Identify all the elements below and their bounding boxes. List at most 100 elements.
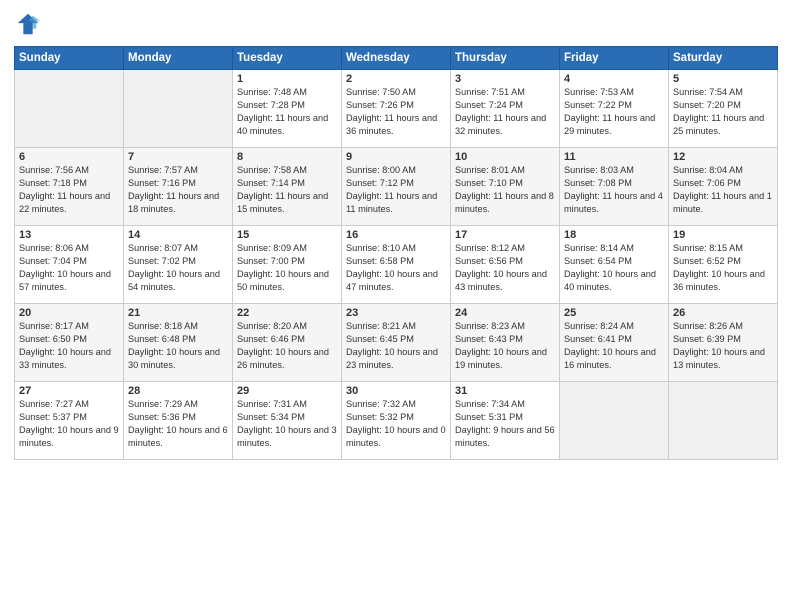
day-info: Sunrise: 7:54 AMSunset: 7:20 PMDaylight:…: [673, 86, 773, 138]
week-row-2: 6Sunrise: 7:56 AMSunset: 7:18 PMDaylight…: [15, 148, 778, 226]
calendar-cell: 10Sunrise: 8:01 AMSunset: 7:10 PMDayligh…: [451, 148, 560, 226]
day-info: Sunrise: 8:09 AMSunset: 7:00 PMDaylight:…: [237, 242, 337, 294]
day-number: 8: [237, 151, 337, 163]
calendar-cell: 29Sunrise: 7:31 AMSunset: 5:34 PMDayligh…: [233, 382, 342, 460]
day-info: Sunrise: 7:32 AMSunset: 5:32 PMDaylight:…: [346, 398, 446, 450]
calendar-cell: 11Sunrise: 8:03 AMSunset: 7:08 PMDayligh…: [560, 148, 669, 226]
calendar-cell: [669, 382, 778, 460]
calendar-cell: 7Sunrise: 7:57 AMSunset: 7:16 PMDaylight…: [124, 148, 233, 226]
week-row-5: 27Sunrise: 7:27 AMSunset: 5:37 PMDayligh…: [15, 382, 778, 460]
day-info: Sunrise: 8:01 AMSunset: 7:10 PMDaylight:…: [455, 164, 555, 216]
calendar-cell: 19Sunrise: 8:15 AMSunset: 6:52 PMDayligh…: [669, 226, 778, 304]
day-info: Sunrise: 8:03 AMSunset: 7:08 PMDaylight:…: [564, 164, 664, 216]
day-header-monday: Monday: [124, 47, 233, 70]
day-number: 17: [455, 229, 555, 241]
day-number: 20: [19, 307, 119, 319]
day-number: 26: [673, 307, 773, 319]
calendar-cell: 6Sunrise: 7:56 AMSunset: 7:18 PMDaylight…: [15, 148, 124, 226]
calendar-cell: 20Sunrise: 8:17 AMSunset: 6:50 PMDayligh…: [15, 304, 124, 382]
calendar-cell: 12Sunrise: 8:04 AMSunset: 7:06 PMDayligh…: [669, 148, 778, 226]
day-number: 19: [673, 229, 773, 241]
day-number: 1: [237, 73, 337, 85]
day-info: Sunrise: 8:24 AMSunset: 6:41 PMDaylight:…: [564, 320, 664, 372]
calendar-cell: 16Sunrise: 8:10 AMSunset: 6:58 PMDayligh…: [342, 226, 451, 304]
calendar-cell: 17Sunrise: 8:12 AMSunset: 6:56 PMDayligh…: [451, 226, 560, 304]
header: [14, 10, 778, 38]
day-number: 27: [19, 385, 119, 397]
calendar-cell: 31Sunrise: 7:34 AMSunset: 5:31 PMDayligh…: [451, 382, 560, 460]
day-info: Sunrise: 8:20 AMSunset: 6:46 PMDaylight:…: [237, 320, 337, 372]
day-info: Sunrise: 8:10 AMSunset: 6:58 PMDaylight:…: [346, 242, 446, 294]
day-number: 10: [455, 151, 555, 163]
calendar-cell: 25Sunrise: 8:24 AMSunset: 6:41 PMDayligh…: [560, 304, 669, 382]
day-info: Sunrise: 7:29 AMSunset: 5:36 PMDaylight:…: [128, 398, 228, 450]
calendar-cell: 14Sunrise: 8:07 AMSunset: 7:02 PMDayligh…: [124, 226, 233, 304]
calendar-cell: 27Sunrise: 7:27 AMSunset: 5:37 PMDayligh…: [15, 382, 124, 460]
day-number: 13: [19, 229, 119, 241]
calendar-cell: [560, 382, 669, 460]
day-number: 5: [673, 73, 773, 85]
day-header-friday: Friday: [560, 47, 669, 70]
calendar-body: 1Sunrise: 7:48 AMSunset: 7:28 PMDaylight…: [15, 70, 778, 460]
week-row-4: 20Sunrise: 8:17 AMSunset: 6:50 PMDayligh…: [15, 304, 778, 382]
day-info: Sunrise: 8:06 AMSunset: 7:04 PMDaylight:…: [19, 242, 119, 294]
day-info: Sunrise: 8:21 AMSunset: 6:45 PMDaylight:…: [346, 320, 446, 372]
day-number: 14: [128, 229, 228, 241]
day-number: 23: [346, 307, 446, 319]
day-info: Sunrise: 7:31 AMSunset: 5:34 PMDaylight:…: [237, 398, 337, 450]
day-info: Sunrise: 8:23 AMSunset: 6:43 PMDaylight:…: [455, 320, 555, 372]
calendar-cell: 2Sunrise: 7:50 AMSunset: 7:26 PMDaylight…: [342, 70, 451, 148]
calendar-cell: 30Sunrise: 7:32 AMSunset: 5:32 PMDayligh…: [342, 382, 451, 460]
calendar-table: SundayMondayTuesdayWednesdayThursdayFrid…: [14, 46, 778, 460]
calendar-cell: 22Sunrise: 8:20 AMSunset: 6:46 PMDayligh…: [233, 304, 342, 382]
day-info: Sunrise: 8:26 AMSunset: 6:39 PMDaylight:…: [673, 320, 773, 372]
calendar-cell: 26Sunrise: 8:26 AMSunset: 6:39 PMDayligh…: [669, 304, 778, 382]
day-number: 18: [564, 229, 664, 241]
calendar-cell: 24Sunrise: 8:23 AMSunset: 6:43 PMDayligh…: [451, 304, 560, 382]
week-row-1: 1Sunrise: 7:48 AMSunset: 7:28 PMDaylight…: [15, 70, 778, 148]
day-info: Sunrise: 8:18 AMSunset: 6:48 PMDaylight:…: [128, 320, 228, 372]
day-number: 16: [346, 229, 446, 241]
calendar-cell: 15Sunrise: 8:09 AMSunset: 7:00 PMDayligh…: [233, 226, 342, 304]
day-info: Sunrise: 7:56 AMSunset: 7:18 PMDaylight:…: [19, 164, 119, 216]
day-header-sunday: Sunday: [15, 47, 124, 70]
day-header-tuesday: Tuesday: [233, 47, 342, 70]
day-info: Sunrise: 7:51 AMSunset: 7:24 PMDaylight:…: [455, 86, 555, 138]
day-info: Sunrise: 7:58 AMSunset: 7:14 PMDaylight:…: [237, 164, 337, 216]
day-number: 31: [455, 385, 555, 397]
day-number: 15: [237, 229, 337, 241]
calendar-cell: 9Sunrise: 8:00 AMSunset: 7:12 PMDaylight…: [342, 148, 451, 226]
day-info: Sunrise: 8:12 AMSunset: 6:56 PMDaylight:…: [455, 242, 555, 294]
day-number: 29: [237, 385, 337, 397]
header-row: SundayMondayTuesdayWednesdayThursdayFrid…: [15, 47, 778, 70]
calendar-cell: 1Sunrise: 7:48 AMSunset: 7:28 PMDaylight…: [233, 70, 342, 148]
calendar-header: SundayMondayTuesdayWednesdayThursdayFrid…: [15, 47, 778, 70]
day-info: Sunrise: 8:00 AMSunset: 7:12 PMDaylight:…: [346, 164, 446, 216]
calendar-cell: 18Sunrise: 8:14 AMSunset: 6:54 PMDayligh…: [560, 226, 669, 304]
day-info: Sunrise: 7:48 AMSunset: 7:28 PMDaylight:…: [237, 86, 337, 138]
calendar-cell: 21Sunrise: 8:18 AMSunset: 6:48 PMDayligh…: [124, 304, 233, 382]
day-number: 22: [237, 307, 337, 319]
calendar-cell: 5Sunrise: 7:54 AMSunset: 7:20 PMDaylight…: [669, 70, 778, 148]
day-info: Sunrise: 7:50 AMSunset: 7:26 PMDaylight:…: [346, 86, 446, 138]
day-header-saturday: Saturday: [669, 47, 778, 70]
logo-icon: [14, 10, 42, 38]
day-number: 2: [346, 73, 446, 85]
calendar-cell: 4Sunrise: 7:53 AMSunset: 7:22 PMDaylight…: [560, 70, 669, 148]
day-number: 6: [19, 151, 119, 163]
calendar-cell: 23Sunrise: 8:21 AMSunset: 6:45 PMDayligh…: [342, 304, 451, 382]
day-number: 24: [455, 307, 555, 319]
main-container: SundayMondayTuesdayWednesdayThursdayFrid…: [0, 0, 792, 468]
calendar-cell: [15, 70, 124, 148]
calendar-cell: 3Sunrise: 7:51 AMSunset: 7:24 PMDaylight…: [451, 70, 560, 148]
day-number: 12: [673, 151, 773, 163]
day-number: 25: [564, 307, 664, 319]
day-header-wednesday: Wednesday: [342, 47, 451, 70]
week-row-3: 13Sunrise: 8:06 AMSunset: 7:04 PMDayligh…: [15, 226, 778, 304]
day-info: Sunrise: 8:14 AMSunset: 6:54 PMDaylight:…: [564, 242, 664, 294]
day-number: 9: [346, 151, 446, 163]
calendar-cell: 28Sunrise: 7:29 AMSunset: 5:36 PMDayligh…: [124, 382, 233, 460]
day-info: Sunrise: 8:07 AMSunset: 7:02 PMDaylight:…: [128, 242, 228, 294]
day-info: Sunrise: 8:04 AMSunset: 7:06 PMDaylight:…: [673, 164, 773, 216]
day-info: Sunrise: 8:17 AMSunset: 6:50 PMDaylight:…: [19, 320, 119, 372]
